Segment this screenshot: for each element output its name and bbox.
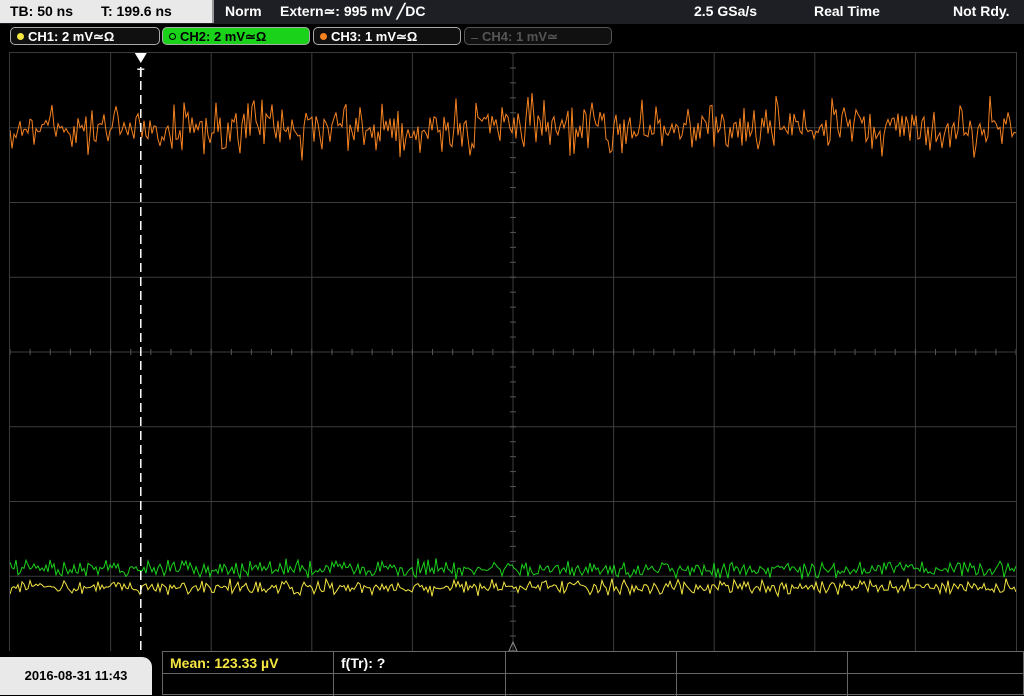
trigger-t-icon: T	[137, 66, 145, 80]
measurement-divider	[333, 652, 334, 696]
acquisition-status-label: Not Rdy.	[953, 3, 1010, 19]
ch2-dot-icon	[169, 33, 176, 40]
ch3-dot-icon	[320, 33, 327, 40]
measurement-panel[interactable]: Mean: 123.33 µV f(Tr): ?	[162, 651, 1024, 696]
ch4-label: CH4: 1 mV≃	[482, 29, 558, 44]
channel-tab-ch2[interactable]: CH2: 2 mV≃Ω	[162, 27, 310, 45]
measurement-divider	[676, 652, 677, 696]
measurement-divider	[847, 652, 848, 696]
ch2-label: CH2: 2 mV≃Ω	[180, 29, 267, 44]
ch1-dot-icon	[17, 33, 24, 40]
sample-rate-label: 2.5 GSa/s	[694, 3, 758, 19]
trigger-time-label[interactable]: T: 199.6 ns	[101, 0, 172, 23]
acquisition-mode-label[interactable]: Real Time	[814, 0, 880, 23]
channel-tab-ch1[interactable]: CH1: 2 mV≃Ω	[10, 27, 160, 45]
date-time-label: 2016-08-31 11:43	[0, 657, 152, 695]
bottom-bar: 2016-08-31 11:43 Mean: 123.33 µV f(Tr): …	[0, 651, 1024, 696]
trigger-marker-icon[interactable]	[134, 53, 147, 63]
waveform-canvas[interactable]: T	[9, 52, 1017, 652]
ch1-label: CH1: 2 mV≃Ω	[28, 29, 115, 44]
channel-tab-ch4[interactable]: CH4: 1 mV≃	[464, 27, 612, 45]
measurement-divider	[505, 652, 506, 696]
waveform-display[interactable]: T	[9, 52, 1017, 652]
channel-tab-ch3[interactable]: CH3: 1 mV≃Ω	[313, 27, 461, 45]
ftr-measurement[interactable]: f(Tr): ?	[341, 654, 385, 672]
timebase-label[interactable]: TB: 50 ns	[10, 0, 73, 23]
mean-measurement[interactable]: Mean: 123.33 µV	[170, 654, 278, 672]
ch4-dot-icon	[471, 38, 478, 40]
trigger-mode-label[interactable]: Norm	[225, 0, 262, 23]
status-bar: TB: 50 ns T: 199.6 ns Norm Extern≃: 995 …	[0, 0, 1024, 24]
trigger-source-label[interactable]: Extern≃: 995 mV ╱DC	[280, 0, 425, 23]
ch3-label: CH3: 1 mV≃Ω	[331, 29, 418, 44]
channel-bar: CH1: 2 mV≃Ω CH2: 2 mV≃Ω CH3: 1 mV≃Ω CH4:…	[0, 24, 1024, 50]
timebase-box[interactable]: TB: 50 ns T: 199.6 ns	[0, 0, 214, 23]
measurement-divider	[163, 673, 1024, 674]
